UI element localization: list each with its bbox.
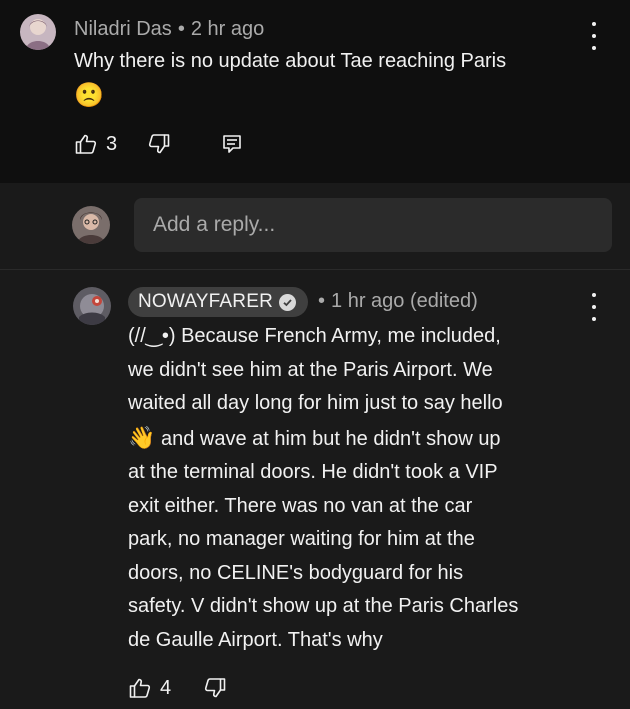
wave-emoji: 👋 — [128, 424, 156, 450]
meta-separator: • — [177, 18, 185, 40]
reply-meta: • 1 hr ago (edited) — [318, 290, 478, 313]
comment-meta: Niladri Das • 2 hr ago — [74, 18, 264, 41]
comment-time[interactable]: 2 hr ago — [191, 18, 264, 40]
reply-text: (//‿•) Because French Army, me included,… — [128, 320, 598, 657]
comment-text: Why there is no update about Tae reachin… — [74, 45, 594, 112]
avatar[interactable] — [20, 14, 56, 50]
like-count: 4 — [160, 676, 172, 699]
reply-actions: 4 — [128, 676, 227, 700]
dislike-button[interactable] — [147, 132, 171, 156]
author-name[interactable]: Niladri Das — [74, 18, 172, 40]
channel-badge[interactable]: NOWAYFARER — [128, 287, 309, 317]
reply-text-line: and wave at him but he didn't show up — [160, 427, 501, 450]
reply-text-line: park, no manager waiting for him at the — [128, 528, 475, 550]
reply-text-line: 👋 and wave at him but he didn't show up — [128, 421, 598, 457]
reply-time[interactable]: 1 hr ago (edited) — [331, 290, 478, 312]
more-vert-icon[interactable] — [584, 293, 604, 321]
avatar — [72, 206, 110, 244]
avatar[interactable] — [73, 287, 111, 325]
dislike-button[interactable] — [203, 676, 227, 700]
comment-emoji: 🙁 — [74, 81, 104, 109]
reply-text-line: doors, no CELINE's bodyguard for his — [128, 561, 464, 584]
reply-button[interactable] — [221, 133, 243, 155]
reply-placeholder: Add a reply... — [153, 213, 276, 236]
like-button[interactable]: 3 — [74, 132, 117, 156]
meta-separator: • — [318, 290, 326, 312]
thumbs-down-icon — [205, 678, 226, 698]
thumbs-up-icon — [75, 134, 97, 154]
like-count: 3 — [106, 132, 118, 155]
reply-text-line: at the terminal doors. He didn't took a … — [128, 461, 498, 483]
reply-text-line: exit either. There was no van at the car — [128, 494, 473, 517]
thumbs-up-icon — [129, 678, 151, 698]
reply-text-line: de Gaulle Airport. That's why — [128, 628, 383, 651]
parent-comment: Niladri Das • 2 hr ago Why there is no upd… — [0, 0, 630, 183]
thumbs-down-icon — [149, 134, 170, 154]
reply-text-line: safety. V didn't show up at the Paris Ch… — [128, 595, 519, 617]
reply-author-name: NOWAYFARER — [138, 291, 274, 312]
like-button[interactable]: 4 — [128, 676, 171, 700]
comment-actions: 3 — [74, 132, 243, 156]
comment-text-line: Why there is no update about Tae reachin… — [74, 50, 507, 72]
reply-text-line: (//‿•) Because French Army, me included, — [128, 325, 501, 347]
verified-icon — [279, 293, 297, 311]
reply-text-line: waited all day long for him just to say … — [128, 392, 503, 414]
reply-input[interactable]: Add a reply... — [134, 198, 612, 252]
reply-icon — [223, 135, 241, 153]
reply-text-line: we didn't see him at the Paris Airport. … — [128, 358, 493, 381]
